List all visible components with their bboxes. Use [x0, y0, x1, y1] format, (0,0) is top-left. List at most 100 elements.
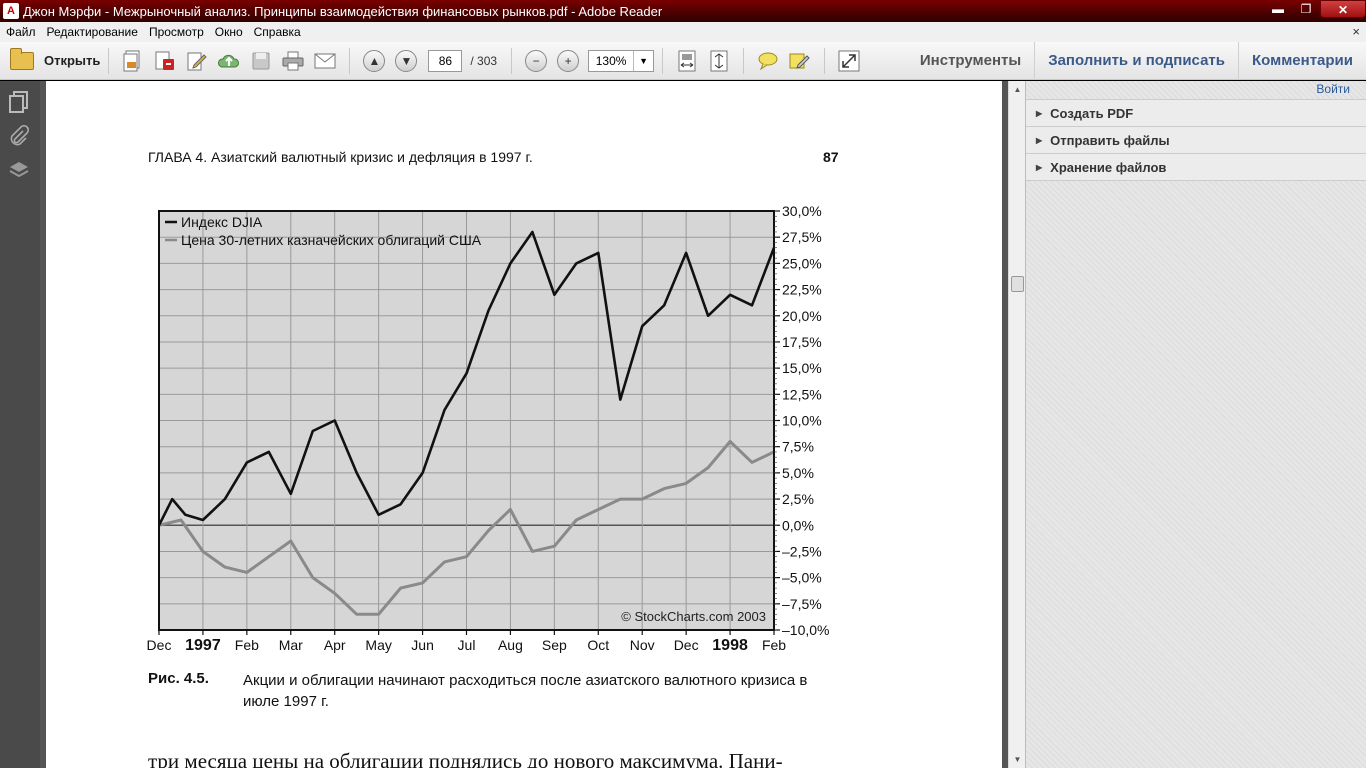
menu-close-icon[interactable]: ×	[1352, 24, 1360, 39]
login-link[interactable]: Войти	[1316, 82, 1350, 96]
edit-document-icon[interactable]	[184, 48, 210, 74]
running-head: ГЛАВА 4. Азиатский валютный кризис и деф…	[148, 149, 533, 165]
open-label: Открыть	[44, 53, 101, 68]
navigation-panel	[0, 81, 40, 768]
comments-pane-link[interactable]: Комментарии	[1237, 42, 1366, 80]
toolbar-pane-links: Инструменты Заполнить и подписать Коммен…	[907, 42, 1366, 80]
email-icon[interactable]	[312, 48, 338, 74]
x-tick-label: Jun	[411, 637, 434, 653]
menu-bar: Файл Редактирование Просмотр Окно Справк…	[0, 22, 1366, 42]
scrollbar-thumb[interactable]	[1011, 276, 1024, 292]
y-tick-label: 27,5%	[782, 229, 822, 245]
document-view[interactable]: ГЛАВА 4. Азиатский валютный кризис и деф…	[40, 81, 1008, 768]
next-page-icon[interactable]: ▼	[395, 49, 418, 72]
y-axis: 30,0% 27,5% 25,0% 22,5% 20,0% 17,5% 15,0% 12,5%…	[774, 203, 829, 638]
zoom-select[interactable]: 130% ▼	[588, 49, 655, 72]
print-icon[interactable]	[280, 48, 306, 74]
x-tick-label: Aug	[498, 637, 523, 653]
y-tick-label: –5,0%	[782, 570, 822, 586]
zoom-out-icon[interactable]: −	[525, 49, 548, 72]
y-tick-label: 10,0%	[782, 413, 822, 429]
previous-page-icon[interactable]: ▲	[363, 49, 386, 72]
toolbar-separator	[662, 47, 664, 74]
menu-help[interactable]: Справка	[248, 25, 306, 39]
scroll-down-arrow-icon[interactable]: ▼	[1009, 751, 1026, 768]
restore-button[interactable]: ❐	[1292, 0, 1320, 18]
upload-cloud-icon[interactable]	[216, 48, 242, 74]
section-send-files[interactable]: ▶ Отправить файлы	[1026, 127, 1366, 154]
attachments-icon[interactable]	[8, 124, 30, 147]
legend-label-bonds: Цена 30-летних казначейских облигаций СШ…	[181, 232, 482, 248]
fit-width-icon[interactable]	[674, 48, 700, 74]
section-store-files[interactable]: ▶ Хранение файлов	[1026, 154, 1366, 181]
main-toolbar: Открыть ▲ ▼ 86 / 303 − + 130% ▼ Инструме…	[0, 42, 1366, 80]
open-button[interactable]: Открыть	[0, 42, 100, 79]
window-title: Джон Мэрфи - Межрыночный анализ. Принцип…	[23, 3, 663, 19]
y-tick-label: 7,5%	[782, 439, 814, 455]
menu-file[interactable]: Файл	[0, 25, 41, 39]
menu-edit[interactable]: Редактирование	[41, 25, 143, 39]
save-icon[interactable]	[248, 48, 274, 74]
menu-view[interactable]: Просмотр	[143, 25, 209, 39]
page-number-input[interactable]: 86	[428, 49, 463, 72]
x-axis: Dec 1997 Feb Mar Apr May Jun Jul Aug Sep Oct Nov Dec…	[147, 630, 786, 654]
combine-files-icon[interactable]	[152, 48, 178, 74]
create-pdf-icon[interactable]	[120, 48, 146, 74]
chevron-down-icon[interactable]: ▼	[633, 50, 653, 71]
section-label: Отправить файлы	[1050, 132, 1170, 148]
page-number: 87	[823, 149, 839, 165]
y-tick-label: –2,5%	[782, 543, 822, 559]
x-tick-label: 1997	[185, 637, 221, 654]
expand-triangle-icon: ▶	[1036, 135, 1043, 145]
x-tick-label: Nov	[630, 637, 655, 653]
section-create-pdf[interactable]: ▶ Создать PDF	[1026, 100, 1366, 127]
djia-bonds-chart: Индекс DJIA Цена 30-летних казначейских …	[147, 203, 830, 654]
x-tick-label: Feb	[762, 637, 786, 653]
x-tick-label: Sep	[542, 637, 567, 653]
y-tick-label: 22,5%	[782, 282, 822, 298]
y-tick-label: –10,0%	[782, 622, 829, 638]
highlight-text-icon[interactable]	[787, 48, 813, 74]
section-label: Создать PDF	[1050, 105, 1134, 121]
toolbar-separator	[824, 47, 826, 74]
x-tick-label: Dec	[147, 637, 172, 653]
close-button[interactable]: ✕	[1320, 0, 1366, 18]
sticky-note-icon[interactable]	[755, 48, 781, 74]
y-tick-label: 0,0%	[782, 517, 814, 533]
x-tick-label: May	[365, 637, 391, 653]
minimize-button[interactable]: ▬	[1264, 0, 1292, 18]
window-controls: ▬ ❐ ✕	[1264, 0, 1366, 20]
fill-sign-pane-link[interactable]: Заполнить и подписать	[1034, 42, 1238, 80]
y-tick-label: 20,0%	[782, 308, 822, 324]
expand-triangle-icon: ▶	[1036, 108, 1043, 118]
pane-sections: ▶ Создать PDF ▶ Отправить файлы ▶ Хранен…	[1026, 99, 1366, 181]
section-label: Хранение файлов	[1050, 159, 1167, 175]
menu-window[interactable]: Окно	[209, 25, 248, 39]
folder-icon	[10, 47, 34, 70]
scroll-up-arrow-icon[interactable]: ▲	[1009, 81, 1026, 98]
x-tick-label: Jul	[458, 637, 476, 653]
y-tick-label: 30,0%	[782, 203, 822, 219]
full-screen-icon[interactable]	[836, 48, 862, 74]
tools-pane-link[interactable]: Инструменты	[907, 42, 1034, 80]
page-thumbnails-icon[interactable]	[8, 91, 30, 113]
vertical-scrollbar[interactable]: ▲ ▼	[1008, 81, 1025, 768]
page-total: / 303	[470, 53, 498, 68]
expand-triangle-icon: ▶	[1036, 162, 1043, 172]
y-tick-label: 17,5%	[782, 334, 822, 350]
y-tick-label: 12,5%	[782, 386, 822, 402]
fit-page-icon[interactable]	[706, 48, 732, 74]
pdf-page: ГЛАВА 4. Азиатский валютный кризис и деф…	[46, 81, 1002, 768]
x-tick-label: Mar	[279, 637, 303, 653]
toolbar-separator	[511, 47, 513, 74]
legend-label-djia: Индекс DJIA	[181, 214, 263, 230]
zoom-in-icon[interactable]: +	[557, 49, 580, 72]
tools-pane: Войти ▶ Создать PDF ▶ Отправить файлы ▶ …	[1025, 81, 1366, 768]
body-text-line: три месяца цены на облигации поднялись д…	[148, 749, 783, 768]
x-tick-label: Oct	[587, 637, 609, 653]
x-tick-label: Dec	[674, 637, 699, 653]
y-tick-label: 25,0%	[782, 255, 822, 271]
toolbar-separator	[108, 47, 110, 74]
layers-icon[interactable]	[8, 159, 30, 181]
y-tick-label: –7,5%	[782, 596, 822, 612]
